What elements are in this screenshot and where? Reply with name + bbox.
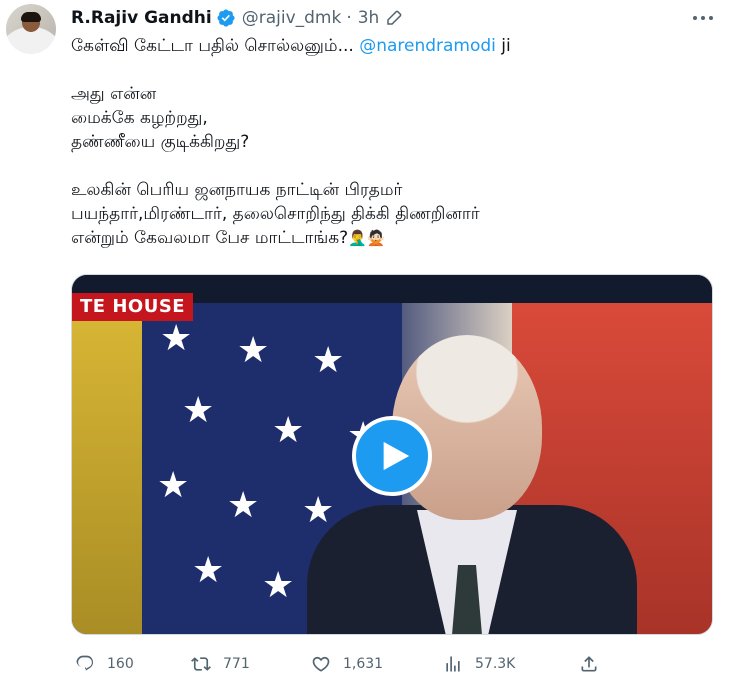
author-name[interactable]: R.Rajiv Gandhi xyxy=(71,8,212,28)
share-icon xyxy=(581,656,597,672)
action-bar: 160 771 1,631 57.3K xyxy=(71,652,611,676)
reply-button[interactable]: 160 xyxy=(75,652,134,676)
tweet-line-2: அது என்ன xyxy=(71,84,157,104)
avatar[interactable] xyxy=(6,4,56,54)
share-button[interactable] xyxy=(579,652,599,676)
retweet-button[interactable]: 771 xyxy=(191,652,250,676)
play-button[interactable] xyxy=(352,416,432,496)
heart-icon xyxy=(312,656,330,672)
views-button[interactable]: 57.3K xyxy=(443,652,515,676)
tweet-text: கேள்வி கேட்டா பதில் சொல்லனும்... @narend… xyxy=(71,34,711,250)
retweet-count: 771 xyxy=(223,656,250,672)
tweet-time[interactable]: 3h xyxy=(358,8,380,28)
background-yellow-flag xyxy=(72,303,142,634)
tweet-line-1-suffix: ji xyxy=(495,36,511,56)
tweet-header: R.Rajiv Gandhi @rajiv_dmk · 3h xyxy=(71,6,403,30)
tweet-line-3: மைக்கே கழற்றது, xyxy=(71,108,208,128)
news-chyron: TE HOUSE xyxy=(72,293,194,321)
reply-icon xyxy=(76,655,94,671)
verified-badge-icon xyxy=(217,9,235,27)
author-handle[interactable]: @rajiv_dmk xyxy=(242,8,342,28)
video-thumbnail[interactable]: ★ ★ ★ ★ ★ ★ ★ ★ ★ ★ ★ TE HOUSE xyxy=(71,274,713,635)
tweet-line-6: பயந்தார்,மிரண்டார், தலைசொறிந்து திக்கி த… xyxy=(71,204,480,224)
tweet-line-1-text: கேள்வி கேட்டா பதில் சொல்லனும்... xyxy=(71,36,360,56)
like-count: 1,631 xyxy=(343,656,384,672)
tweet-line-4: தண்ணீயை குடிக்கிறது? xyxy=(71,132,250,152)
more-dots-icon[interactable] xyxy=(690,8,716,28)
play-icon xyxy=(383,441,410,471)
edit-pencil-icon[interactable] xyxy=(385,9,403,27)
tweet-line-5: உலகின் பெரிய ஜனநாயக நாட்டின் பிரதமர் xyxy=(71,180,403,200)
separator-dot: · xyxy=(346,8,352,28)
like-button[interactable]: 1,631 xyxy=(311,652,383,676)
tweet-line-7-text: என்றும் கேவலமா பேச மாட்டாங்க? xyxy=(71,228,349,248)
views-chart-icon xyxy=(446,656,460,672)
retweet-icon xyxy=(191,657,211,671)
views-count: 57.3K xyxy=(475,656,516,672)
facepalm-emoji: 🤦‍♂️🙅🏻 xyxy=(348,229,386,247)
tweet-line-7: என்றும் கேவலமா பேச மாட்டாங்க?🤦‍♂️🙅🏻 xyxy=(71,226,711,250)
reply-count: 160 xyxy=(107,656,134,672)
tweet-line-1: கேள்வி கேட்டா பதில் சொல்லனும்... @narend… xyxy=(71,34,711,58)
mention-link[interactable]: @narendramodi xyxy=(359,36,496,56)
